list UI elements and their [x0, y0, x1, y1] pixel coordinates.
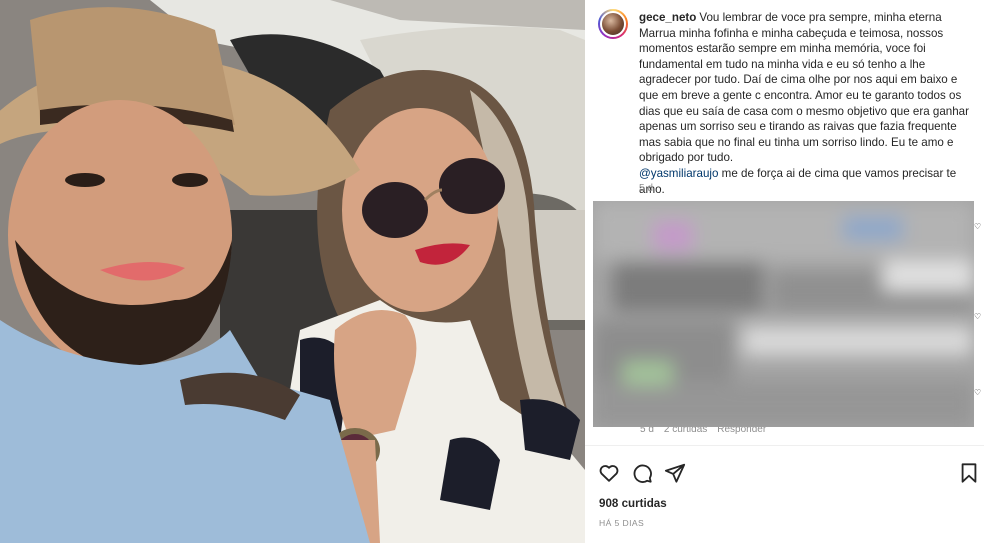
blur-texture	[593, 201, 974, 427]
bookmark-icon[interactable]	[958, 462, 980, 484]
photo-illustration	[0, 0, 585, 543]
avatar[interactable]	[598, 9, 628, 39]
post-caption: gece_neto Vou lembrar de voce pra sempre,…	[639, 10, 969, 197]
comment-like-icon[interactable]: ♡	[974, 223, 982, 231]
post-date: HÁ 5 DIAS	[599, 518, 645, 528]
heart-outline-icon[interactable]	[598, 462, 620, 484]
like-count[interactable]: 908 curtidas	[599, 497, 667, 510]
comment-like-icon[interactable]: ♡	[974, 389, 982, 397]
username-link[interactable]: gece_neto	[639, 11, 696, 24]
comment-like-icon[interactable]: ♡	[974, 313, 982, 321]
blurred-comments-overlay	[593, 201, 974, 427]
action-bar	[598, 462, 978, 484]
post-timestamp: 5 d	[639, 183, 653, 194]
caption-text: Vou lembrar de voce pra sempre, minha et…	[639, 11, 969, 165]
divider	[585, 445, 984, 446]
comment-bubble-icon[interactable]	[631, 462, 653, 484]
mention-link[interactable]: @yasmiliaraujo	[639, 167, 718, 180]
paper-plane-icon[interactable]	[664, 462, 686, 484]
post-photo	[0, 0, 585, 543]
